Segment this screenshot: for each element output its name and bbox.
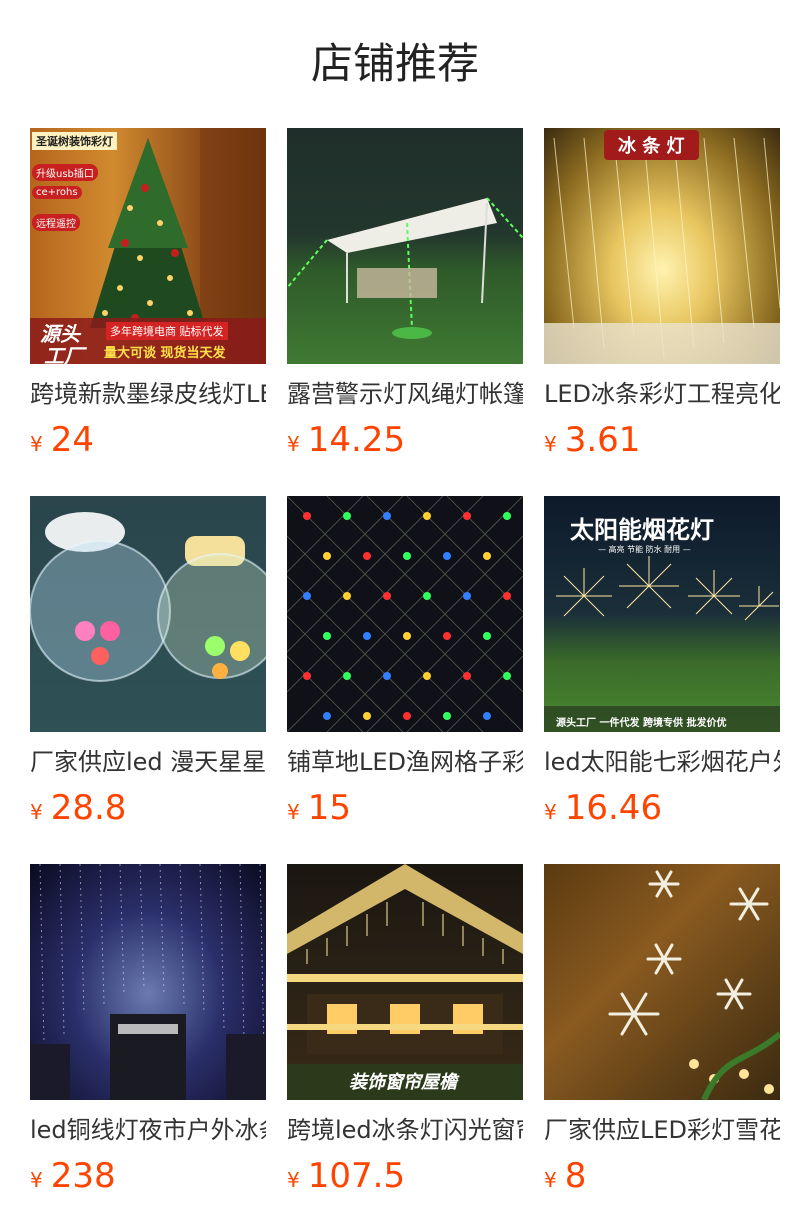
- badge-remote: 远程遥控: [32, 214, 80, 231]
- price-value: 24: [50, 420, 94, 460]
- snowflake-art: [608, 870, 780, 1100]
- product-price: ¥3.61: [544, 420, 780, 460]
- price-value: 3.61: [564, 420, 641, 460]
- copper-wire-lights-image[interactable]: [30, 864, 266, 1100]
- camping-tent-art: [287, 197, 523, 339]
- currency-symbol: ¥: [30, 1168, 43, 1192]
- bubble-ball-art: [30, 496, 266, 732]
- product-price: ¥24: [30, 420, 266, 460]
- currency-symbol: ¥: [544, 1168, 557, 1192]
- product-name[interactable]: 露营警示灯风绳灯帐篷: [287, 378, 523, 410]
- house-eave-art: [287, 864, 523, 1100]
- badge-solar-title: 太阳能烟花灯: [570, 516, 714, 544]
- product-card[interactable]: 装饰窗帘屋檐 跨境led冰条灯闪光窗帘 ¥107.5: [287, 864, 523, 1196]
- badge-ce: ce+rohs: [32, 186, 82, 199]
- badge-usb: 升级usb插口: [32, 164, 98, 181]
- product-card[interactable]: 厂家供应LED彩灯雪花灯 ¥8: [544, 864, 780, 1196]
- bubble-ball-lights-image[interactable]: [30, 496, 266, 732]
- product-price: ¥15: [287, 788, 523, 828]
- house-eave-lights-image[interactable]: 装饰窗帘屋檐: [287, 864, 523, 1100]
- currency-symbol: ¥: [287, 800, 300, 824]
- price-value: 16.46: [564, 788, 663, 828]
- currency-symbol: ¥: [544, 800, 557, 824]
- price-value: 28.8: [50, 788, 127, 828]
- product-card[interactable]: 圣诞树装饰彩灯 升级usb插口 ce+rohs 远程遥控 源头 工厂 多年跨境电…: [30, 128, 266, 460]
- product-price: ¥107.5: [287, 1156, 523, 1196]
- copper-wire-art: [30, 864, 266, 1100]
- currency-symbol: ¥: [287, 432, 300, 456]
- net-lights-image[interactable]: [287, 496, 523, 732]
- badge-title: 圣诞树装饰彩灯: [32, 132, 117, 150]
- badge-bulk: 量大可谈 现货当天发: [104, 346, 226, 361]
- product-card[interactable]: 厂家供应led 漫天星星 ¥28.8: [30, 496, 266, 828]
- product-price: ¥16.46: [544, 788, 780, 828]
- currency-symbol: ¥: [287, 1168, 300, 1192]
- product-name[interactable]: 跨境新款墨绿皮线灯LED: [30, 378, 266, 410]
- product-name[interactable]: 跨境led冰条灯闪光窗帘: [287, 1114, 523, 1146]
- product-card[interactable]: 太阳能烟花灯 — 高亮 节能 防水 耐用 — 源头工厂 一件代发 跨境专供 批发…: [544, 496, 780, 828]
- christmas-tree-image[interactable]: 圣诞树装饰彩灯 升级usb插口 ce+rohs 远程遥控 源头 工厂 多年跨境电…: [30, 128, 266, 364]
- badge-eave: 装饰窗帘屋檐: [349, 1072, 457, 1093]
- price-value: 14.25: [307, 420, 406, 460]
- product-price: ¥28.8: [30, 788, 266, 828]
- currency-symbol: ¥: [30, 800, 43, 824]
- solar-firework-lights-image[interactable]: 太阳能烟花灯 — 高亮 节能 防水 耐用 — 源头工厂 一件代发 跨境专供 批发…: [544, 496, 780, 732]
- price-value: 107.5: [307, 1156, 406, 1196]
- camping-tent-image[interactable]: [287, 128, 523, 364]
- page-title: 店铺推荐: [310, 39, 479, 88]
- currency-symbol: ¥: [30, 432, 43, 456]
- price-value: 238: [50, 1156, 116, 1196]
- product-price: ¥14.25: [287, 420, 523, 460]
- product-name[interactable]: 厂家供应led 漫天星星: [30, 746, 266, 778]
- badge-factory: 工厂: [44, 344, 84, 364]
- product-name[interactable]: LED冰条彩灯工程亮化: [544, 378, 780, 410]
- product-name[interactable]: 铺草地LED渔网格子彩灯: [287, 746, 523, 778]
- product-card[interactable]: 铺草地LED渔网格子彩灯 ¥15: [287, 496, 523, 828]
- product-name[interactable]: 厂家供应LED彩灯雪花灯: [544, 1114, 780, 1146]
- product-price: ¥8: [544, 1156, 780, 1196]
- badge-solar-features: — 高亮 节能 防水 耐用 —: [598, 545, 691, 554]
- product-name[interactable]: led铜线灯夜市户外冰条: [30, 1114, 266, 1146]
- product-price: ¥238: [30, 1156, 266, 1196]
- net-lights-art: [287, 496, 523, 732]
- product-card[interactable]: 冰 条 灯 LED冰条彩灯工程亮化 ¥3.61: [544, 128, 780, 460]
- product-card[interactable]: 露营警示灯风绳灯帐篷 ¥14.25: [287, 128, 523, 460]
- icicle-lights-art: [544, 137, 780, 364]
- price-value: 8: [564, 1156, 587, 1196]
- badge-solar-footer: 源头工厂 一件代发 跨境专供 批发价优: [556, 718, 727, 729]
- badge-crossborder: 多年跨境电商 贴标代发: [106, 322, 228, 340]
- icicle-lights-image[interactable]: 冰 条 灯: [544, 128, 780, 364]
- price-value: 15: [307, 788, 351, 828]
- snowflake-lights-image[interactable]: [544, 864, 780, 1100]
- badge-icicle: 冰 条 灯: [604, 130, 699, 160]
- currency-symbol: ¥: [544, 432, 557, 456]
- product-card[interactable]: led铜线灯夜市户外冰条 ¥238: [30, 864, 266, 1196]
- product-name[interactable]: led太阳能七彩烟花户外: [544, 746, 780, 778]
